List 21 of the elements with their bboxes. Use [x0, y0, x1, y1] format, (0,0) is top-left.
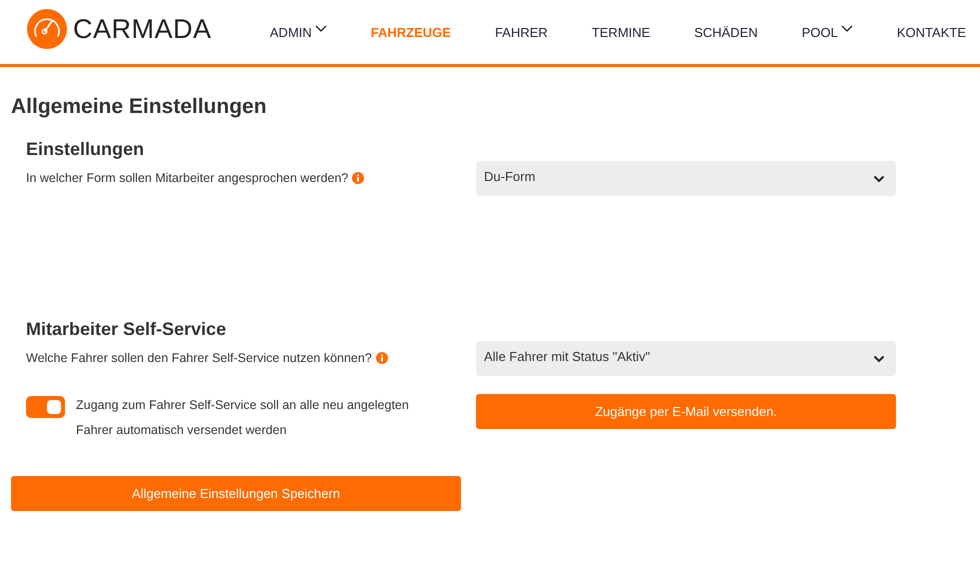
info-icon[interactable]: [376, 352, 388, 364]
question-label: In welcher Form sollen Mitarbeiter angesprochen werden?: [26, 171, 348, 185]
page-title: Allgemeine Einstellungen: [11, 95, 268, 119]
dropdown-select[interactable]: Du-Form: [476, 161, 896, 196]
nav-link[interactable]: POOL: [780, 24, 875, 40]
toggle-label: Zugang zum Fahrer Self-Service soll an alle neu angelegten Fahrer automatisch versendet werden: [76, 397, 410, 439]
dropdown-select[interactable]: Alle Fahrer mit Status "Aktiv": [476, 341, 896, 376]
speedometer-logo-icon: [27, 9, 67, 49]
chevron-icon: [873, 174, 885, 182]
chevron-icon: [873, 354, 885, 362]
section-title: Mitarbeiter Self-Service: [26, 319, 228, 340]
nav-link[interactable]: FAHRER: [472, 24, 570, 40]
toggle-switch[interactable]: [26, 396, 65, 418]
nav-link[interactable]: TERMINE: [570, 24, 672, 40]
brand-name: CARMADA: [73, 14, 212, 44]
nav-link[interactable]: SCHÄDEN: [672, 24, 780, 40]
question-label: Welche Fahrer sollen den Fahrer Self-Service nutzen können?: [26, 351, 372, 365]
section-title: Einstellungen: [26, 139, 146, 160]
nav-link[interactable]: KONTAKTE: [874, 24, 966, 40]
info-icon[interactable]: [352, 172, 364, 184]
nav-link[interactable]: ADMIN: [248, 24, 349, 40]
